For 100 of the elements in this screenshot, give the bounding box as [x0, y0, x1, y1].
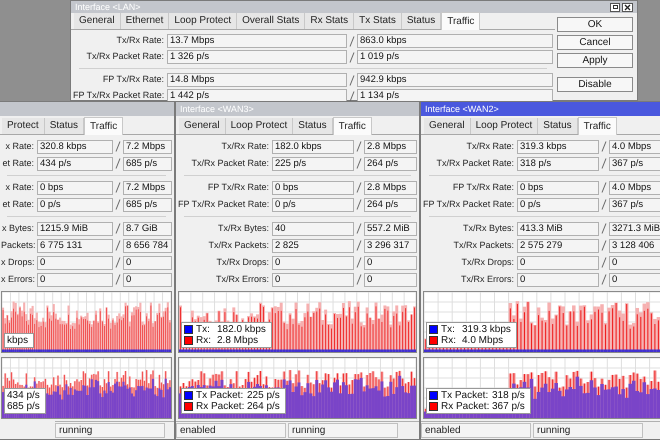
tab[interactable]: General	[74, 13, 121, 29]
status-cell: running	[55, 423, 165, 438]
value-field: 367 p/s	[609, 198, 660, 212]
slash-icon	[601, 158, 607, 169]
tab[interactable]: Status	[402, 13, 442, 29]
value-field: 3 128 406	[609, 238, 660, 252]
value-field: 225 p/s	[272, 156, 354, 170]
field-label: Tx/Rx Rate:	[220, 140, 270, 153]
field-label: FP Tx/Rx Packet Rate:	[73, 89, 166, 102]
value-field: 7.2 Mbps	[123, 140, 172, 154]
legend-value: kbps	[7, 335, 30, 346]
value-field: 0 bps	[37, 180, 113, 194]
field-label: Tx/Rx Drops:	[215, 256, 270, 269]
tab[interactable]: Status	[44, 118, 84, 134]
window-title: Interface <WAN3>	[180, 104, 254, 114]
tab[interactable]: Loop Protect	[226, 118, 294, 134]
tab[interactable]: Ethernet	[120, 13, 170, 29]
value-field: 0	[609, 272, 660, 286]
field-label: FP Tx/Rx Rate:	[102, 73, 165, 86]
slash-icon	[356, 223, 362, 234]
value-field: 0	[364, 272, 417, 286]
tab[interactable]: Loop Protect	[169, 13, 238, 29]
field-label: Tx/Rx Packet Rate:	[435, 156, 515, 170]
slash-icon	[601, 199, 607, 210]
value-field: 7.2 Mbps	[123, 180, 172, 194]
tab[interactable]: General	[179, 118, 226, 134]
slash-icon	[115, 141, 121, 152]
tab[interactable]: Traffic	[84, 117, 124, 135]
tab[interactable]: Traffic	[441, 12, 480, 30]
value-field: 863.0 kbps	[357, 34, 553, 48]
tab[interactable]: Loop Protect	[470, 118, 538, 134]
value-field: 0	[123, 272, 172, 286]
field-label: Tx/Rx Packets:	[452, 238, 515, 252]
tab[interactable]: Traffic	[578, 117, 617, 135]
value-field: 8.7 GiB	[123, 222, 172, 236]
slash-icon	[115, 240, 121, 251]
dialog-button[interactable]: OK	[557, 17, 633, 32]
legend-label: Rx:	[196, 335, 212, 346]
slash-icon	[356, 158, 362, 169]
value-field: 942.9 kbps	[357, 73, 553, 87]
field-label: x Rate:	[4, 140, 35, 153]
tab[interactable]: Protect	[2, 118, 45, 134]
slash-icon	[356, 199, 362, 210]
tab[interactable]: Rx Stats	[305, 13, 354, 29]
tab[interactable]: General	[424, 118, 471, 134]
field-label: Tx/Rx Errors:	[460, 272, 515, 286]
value-field: 2.8 Mbps	[364, 140, 417, 154]
window-title: Interface <WAN2>	[425, 104, 499, 114]
dialog-button[interactable]: Cancel	[557, 35, 633, 50]
legend-label: Tx:	[196, 324, 211, 335]
legend-value: 264 p/s	[247, 401, 281, 412]
value-field: 6 775 131	[37, 238, 113, 252]
value-field: 1215.9 MiB	[37, 222, 113, 236]
value-field: 4.0 Mbps	[609, 140, 660, 154]
field-label: Tx/Rx Drops:	[460, 256, 515, 269]
dialog-button[interactable]: Apply	[557, 53, 633, 68]
value-field: 8 656 784	[123, 238, 172, 252]
value-field: 0	[517, 272, 599, 286]
slash-icon	[349, 36, 355, 46]
value-field: 40	[272, 222, 354, 236]
legend-value: 367 p/s	[492, 401, 526, 412]
field-label: et Rate:	[1, 156, 35, 170]
slash-icon	[356, 274, 362, 285]
value-field: 4.0 Mbps	[609, 180, 660, 194]
legend-value: 182.0 kbps	[217, 324, 267, 335]
legend-label: Rx Packet:	[441, 401, 489, 412]
status-cell: enabled	[176, 423, 286, 438]
tab[interactable]: Tx Stats	[354, 13, 402, 29]
field-label: FP Tx/Rx Rate:	[206, 180, 270, 194]
dialog-button[interactable]: Disable	[557, 77, 633, 92]
value-field: 318 p/s	[517, 156, 599, 170]
tab[interactable]: Traffic	[332, 117, 372, 135]
value-field: 413.3 MiB	[517, 222, 599, 236]
value-field: 264 p/s	[364, 198, 417, 212]
value-field: 3 296 317	[364, 238, 417, 252]
value-field: 685 p/s	[123, 156, 172, 170]
field-label: Tx/Rx Bytes:	[216, 222, 270, 235]
value-field: 0	[37, 272, 113, 286]
slash-icon	[115, 274, 121, 285]
field-label: Tx/Rx Rate:	[465, 140, 515, 153]
field-label: Tx/Rx Packets:	[207, 238, 270, 252]
value-field: 320.8 kbps	[37, 140, 113, 154]
legend-value: 318 p/s	[492, 390, 526, 401]
value-field: 2 825	[272, 238, 354, 252]
field-label: x Rate:	[4, 180, 35, 194]
restore-icon[interactable]	[610, 2, 620, 12]
field-label: x Bytes:	[1, 222, 35, 235]
slash-icon	[601, 141, 607, 152]
close-icon[interactable]	[622, 2, 633, 12]
field-label: Tx/Rx Packet Rate:	[85, 50, 165, 64]
tab[interactable]: Overall Stats	[237, 13, 306, 29]
value-field: 0 p/s	[272, 198, 354, 212]
status-cell: running	[533, 423, 643, 438]
value-field: 182.0 kbps	[272, 140, 354, 154]
tab[interactable]: Status	[538, 118, 578, 134]
value-field: 0 p/s	[37, 198, 113, 212]
field-label: Tx/Rx Packet Rate:	[190, 156, 270, 170]
field-label: Tx/Rx Bytes:	[462, 222, 515, 235]
tab[interactable]: Status	[293, 118, 333, 134]
slash-icon	[115, 182, 121, 193]
